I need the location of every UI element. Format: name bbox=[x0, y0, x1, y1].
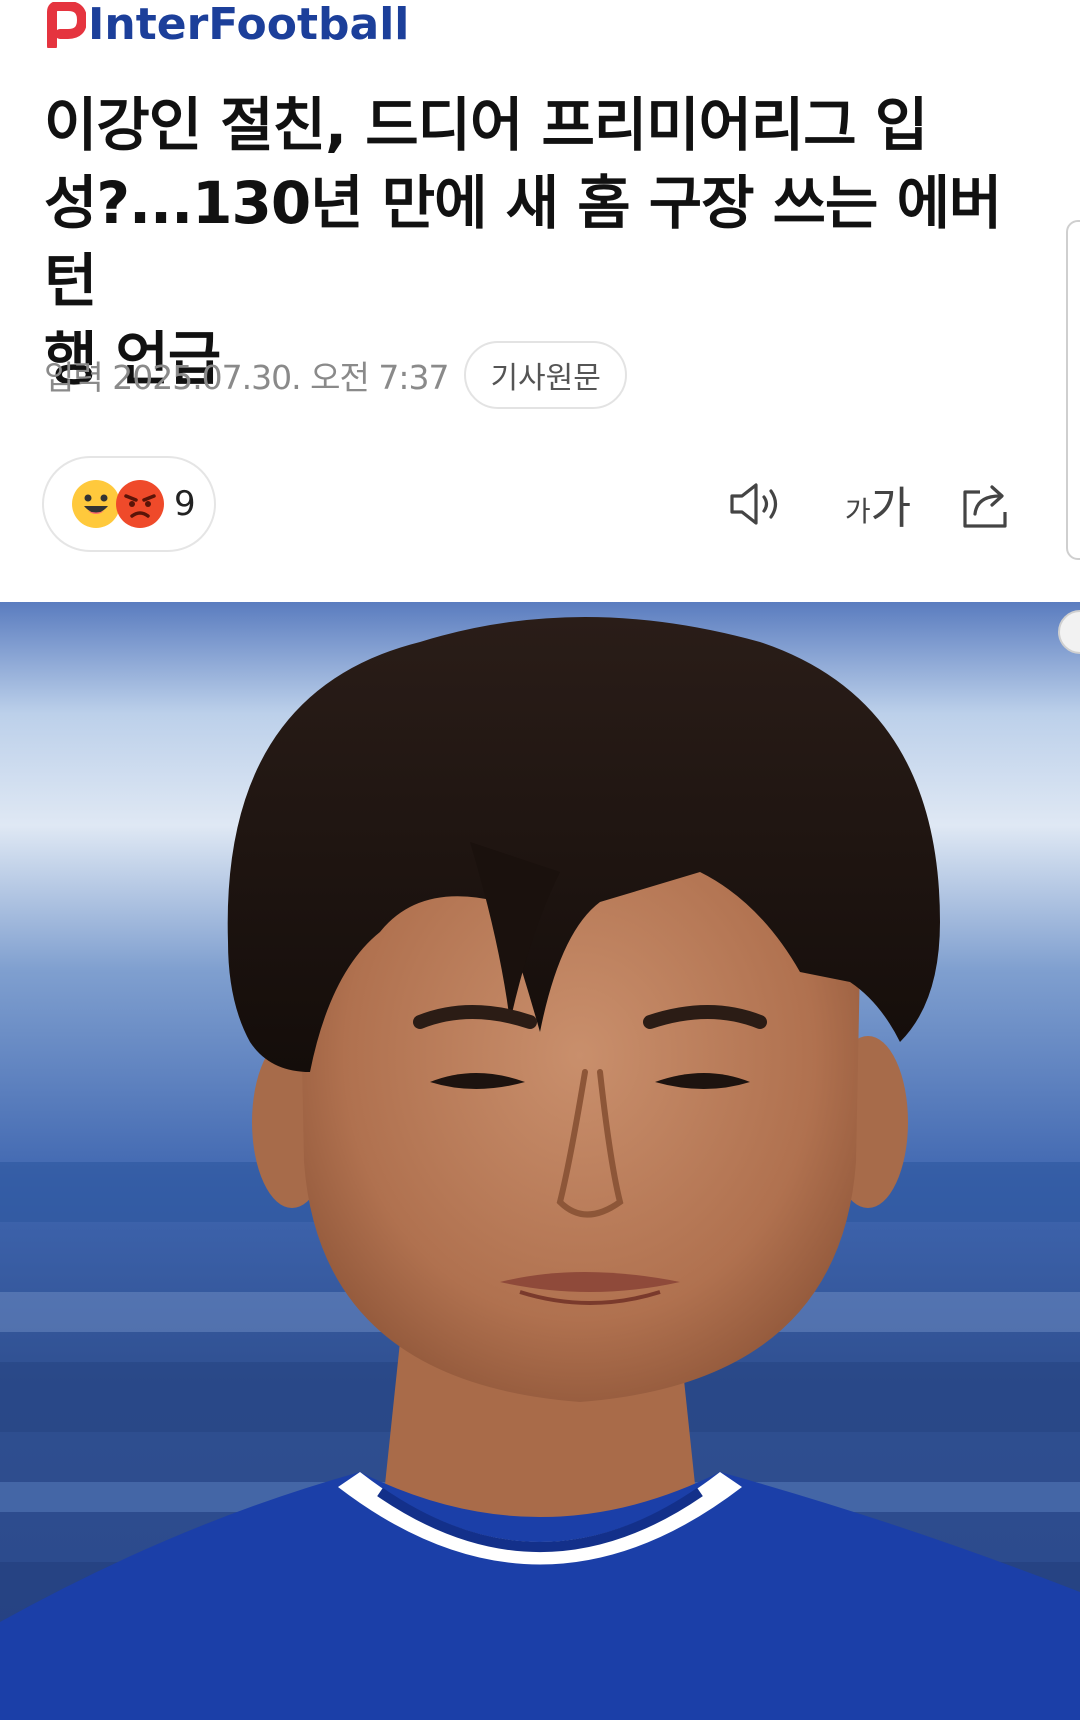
headline-line: 이강인 절친, 드디어 프리미어리그 입 bbox=[44, 91, 928, 159]
speaker-icon bbox=[730, 483, 778, 525]
side-panel-edge[interactable] bbox=[1066, 220, 1080, 560]
reaction-count: 9 bbox=[174, 484, 196, 524]
headline-line: 성?...130년 만에 새 홈 구장 쓰는 에버턴 bbox=[44, 169, 1002, 315]
article-meta: 입력 2025.07.30. 오전 7:37 기사원문 bbox=[44, 341, 627, 409]
share-icon bbox=[963, 485, 1007, 528]
angry-face-icon bbox=[116, 480, 164, 528]
share-button[interactable] bbox=[956, 474, 1018, 534]
font-size-big-label: 가 bbox=[870, 483, 912, 534]
site-logo[interactable]: InterFootball bbox=[42, 0, 409, 50]
player-portrait-image bbox=[0, 602, 1080, 1720]
font-size-button[interactable]: 가 가 bbox=[836, 474, 920, 534]
article-photo bbox=[0, 602, 1080, 1720]
original-article-button[interactable]: 기사원문 bbox=[464, 341, 627, 409]
font-size-small-label: 가 bbox=[844, 495, 871, 528]
logo-mark-icon bbox=[47, 2, 86, 48]
publish-date: 입력 2025.07.30. 오전 7:37 bbox=[44, 358, 449, 397]
text-to-speech-button[interactable] bbox=[726, 474, 788, 534]
logo-text: InterFootball bbox=[88, 0, 410, 50]
reaction-button[interactable]: 9 bbox=[42, 456, 216, 552]
